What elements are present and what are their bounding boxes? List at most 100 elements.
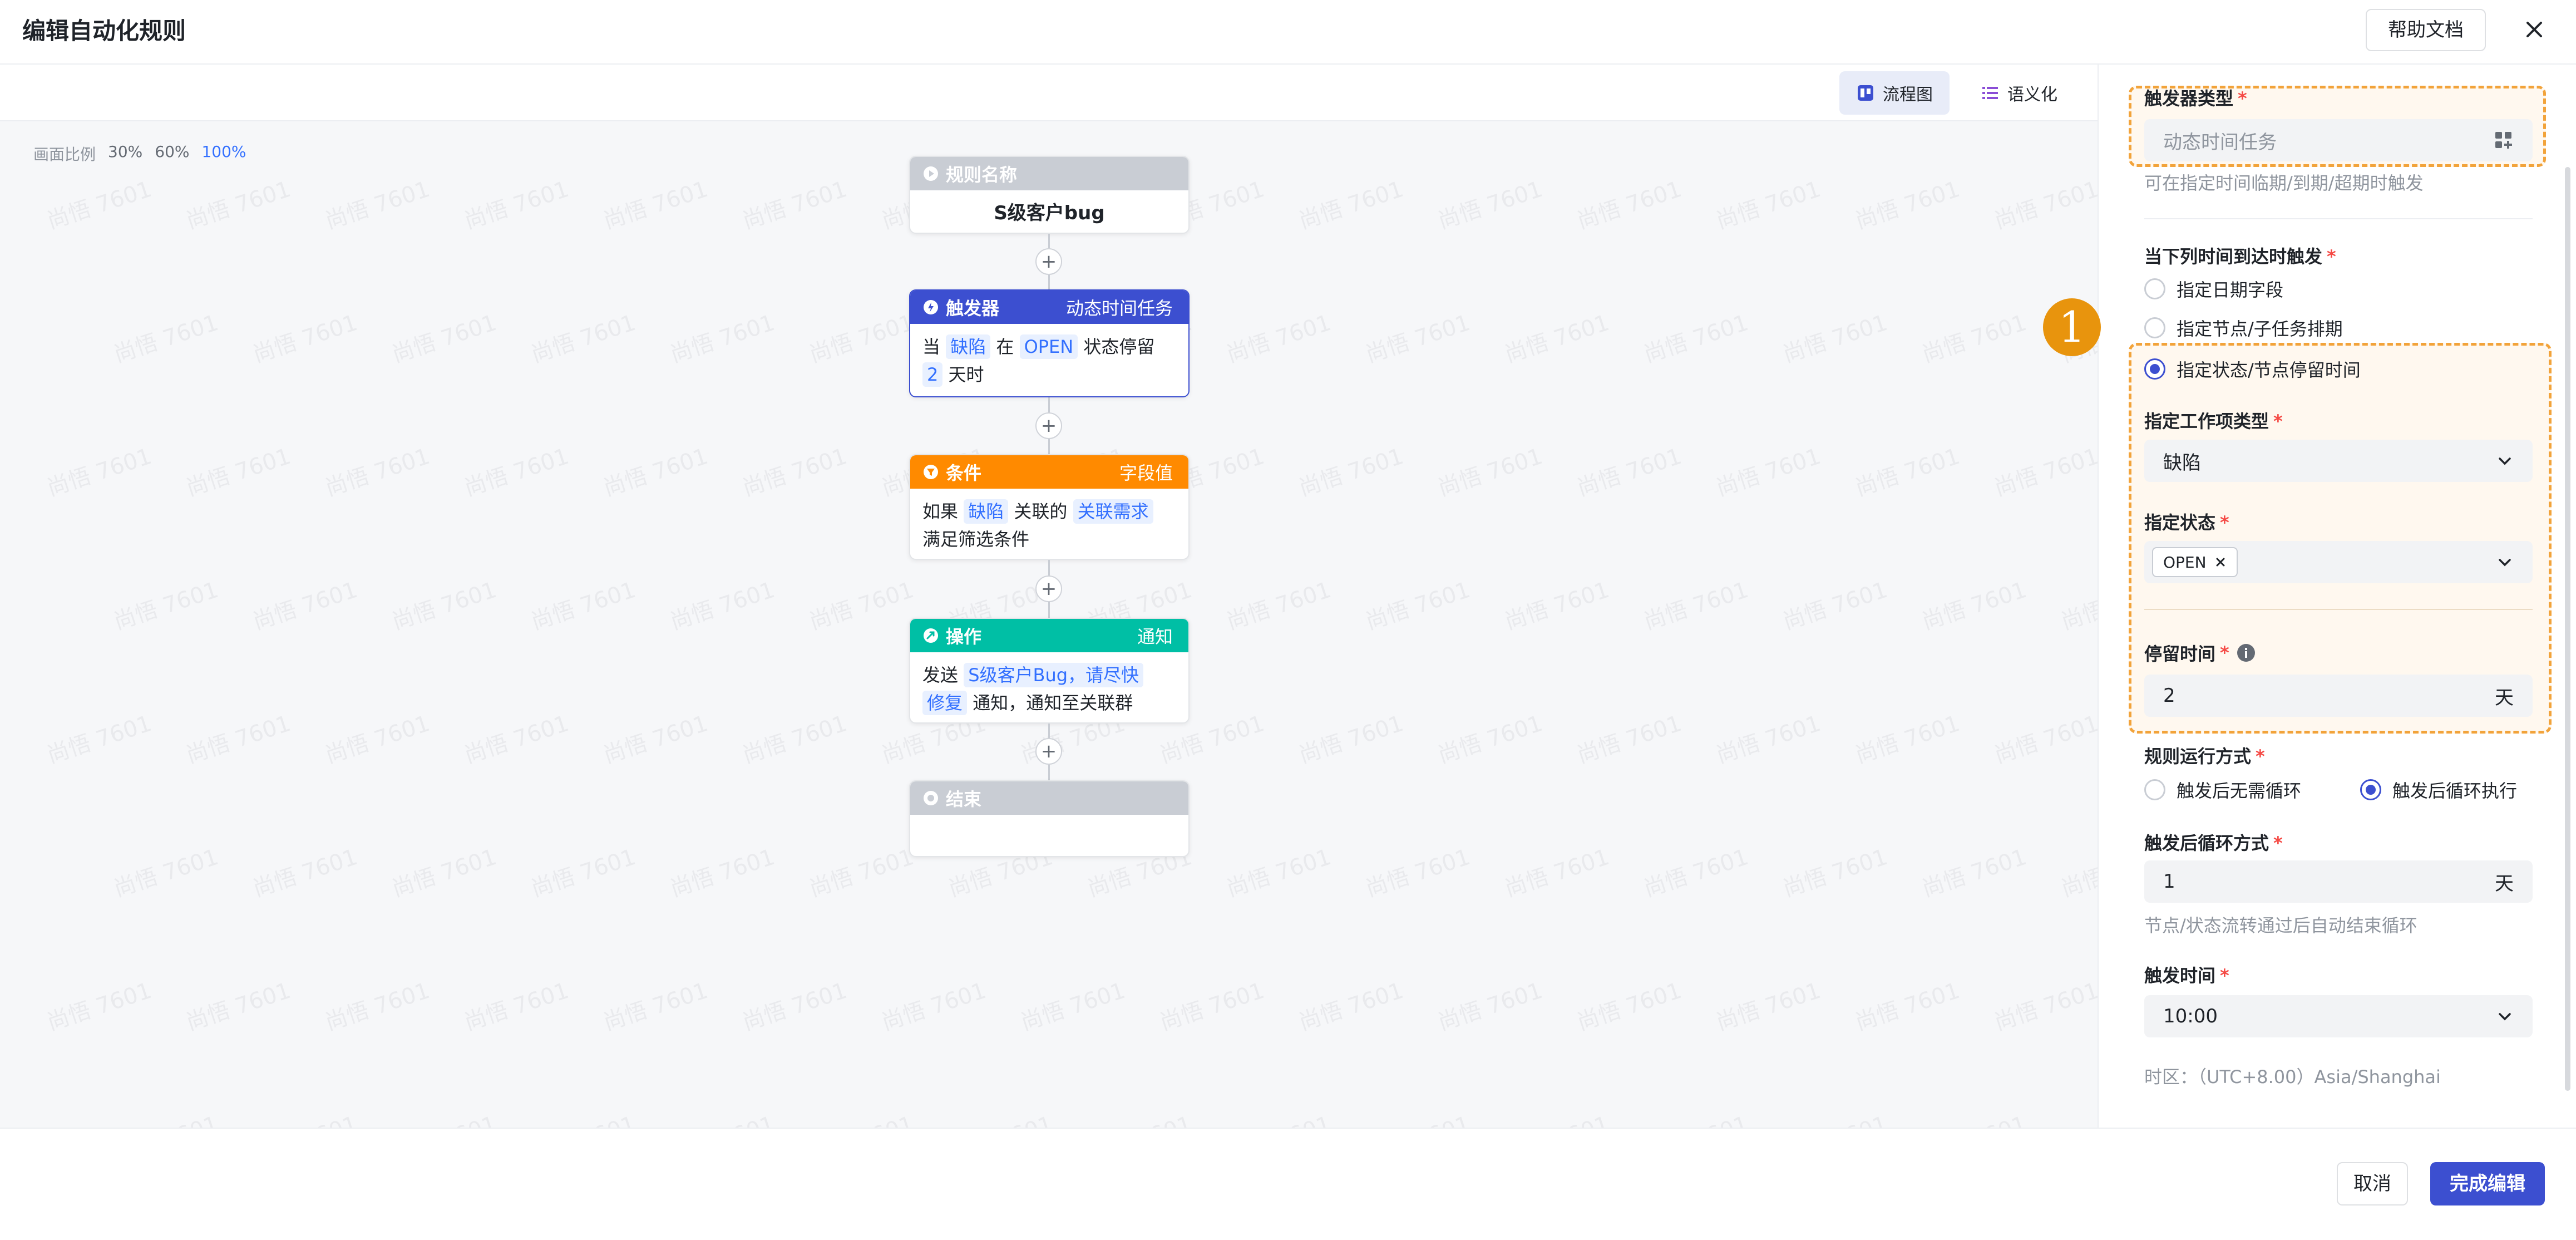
radio-stay-time[interactable]: 指定状态/节点停留时间 <box>2144 356 2361 382</box>
watermark-text: 尚悟 7601 <box>878 977 990 1036</box>
radio-button-checked[interactable] <box>2360 779 2381 800</box>
watermark-text: 尚悟 7601 <box>1223 577 1335 635</box>
node-trigger[interactable]: 触发器 动态时间任务 当 缺陷 在 OPEN 状态停留 2 天时 <box>909 289 1190 397</box>
remove-chip-icon[interactable] <box>2214 556 2227 568</box>
watermark-text: 尚悟 7601 <box>1156 977 1268 1036</box>
trigger-type-value: 动态时间任务 <box>2163 131 2277 154</box>
watermark-text: 尚悟 7601 <box>322 443 433 501</box>
radio-button[interactable] <box>2144 278 2165 299</box>
watermark-text: 尚悟 7601 <box>388 577 500 635</box>
add-step-button[interactable]: + <box>1035 412 1062 439</box>
watermark-text: 尚悟 7601 <box>43 710 155 769</box>
stay-time-label: 停留时间 * <box>2144 640 2256 666</box>
watermark-text: 尚悟 7601 <box>461 977 573 1036</box>
watermark-text: 尚悟 7601 <box>1713 710 1824 769</box>
state-select[interactable]: OPEN <box>2144 541 2533 583</box>
text: 在 <box>996 336 1014 357</box>
finish-edit-button[interactable]: 完成编辑 <box>2430 1162 2545 1205</box>
close-icon <box>2526 22 2542 37</box>
watermark-text: 尚悟 7601 <box>1918 309 2030 368</box>
add-step-button[interactable]: + <box>1035 738 1062 765</box>
tag-work-item: 缺陷 <box>946 334 991 359</box>
watermark-text: 尚悟 7601 <box>1640 309 1752 368</box>
annotation-badge: 1 <box>2043 298 2101 356</box>
node-trigger-type: 动态时间任务 <box>1065 298 1173 319</box>
radio-button[interactable] <box>2144 779 2165 800</box>
trigger-type-field[interactable]: 动态时间任务 <box>2144 119 2533 161</box>
node-end[interactable]: 结束 <box>909 780 1190 857</box>
time-reach-label: 当下列时间到达时触发 * <box>2144 246 2336 267</box>
chevron-down-icon <box>2499 1013 2511 1021</box>
watermark-text: 尚悟 7601 <box>667 309 778 368</box>
action-icon <box>924 628 938 643</box>
radio-button[interactable] <box>2144 317 2165 338</box>
timezone-text: 时区：（UTC+8.00）Asia/Shanghai <box>2144 1066 2441 1088</box>
watermark-text: 尚悟 7601 <box>944 1106 1057 1128</box>
radio-loop[interactable]: 触发后循环执行 <box>2360 777 2517 803</box>
radio-no-loop[interactable]: 触发后无需循环 <box>2144 777 2301 803</box>
watermark-text: 尚悟 7601 <box>527 844 639 902</box>
text: 满足筛选条件 <box>922 529 1030 550</box>
footer-bar <box>0 1128 2576 1240</box>
unit-label: 天 <box>2495 872 2514 895</box>
node-condition[interactable]: 条件 字段值 如果 缺陷 关联的 关联需求 满足筛选条件 <box>909 454 1190 560</box>
loop-mode-input[interactable]: 1 天 <box>2144 860 2533 903</box>
watermark-text: 尚悟 7601 <box>110 844 222 902</box>
watermark-text: 尚悟 7601 <box>1434 443 1546 501</box>
work-item-type-select[interactable]: 缺陷 <box>2144 440 2533 482</box>
radio-button-checked[interactable] <box>2144 358 2165 380</box>
flowchart-icon <box>1856 83 1875 102</box>
text: 关联的 <box>1014 501 1068 522</box>
watermark-text: 尚悟 7601 <box>665 1106 778 1128</box>
panel-scrollbar[interactable] <box>2565 167 2570 1091</box>
watermark-text: 尚悟 7601 <box>600 977 712 1036</box>
loop-mode-label: 触发后循环方式 * <box>2144 833 2283 854</box>
zoom-60[interactable]: 60% <box>155 142 189 165</box>
radio-node-schedule[interactable]: 指定节点/子任务排期 <box>2144 315 2343 341</box>
watermark-text: 尚悟 7601 <box>1083 1106 1196 1128</box>
node-action-type: 通知 <box>1137 626 1173 647</box>
watermark-text: 尚悟 7601 <box>1779 844 1891 902</box>
node-rule-name-title: 规则名称 <box>946 164 1018 185</box>
watermark-text: 尚悟 7601 <box>1434 977 1546 1036</box>
node-action[interactable]: 操作 通知 发送 S级客户Bug，请尽快 修复 通知，通知至关联群 <box>909 618 1190 724</box>
chevron-down-icon <box>2499 559 2511 567</box>
canvas-toolbar: 流程图 语义化 <box>0 65 2098 121</box>
tag-field: 关联需求 <box>1073 499 1153 524</box>
node-trigger-header: 触发器 动态时间任务 <box>910 291 1188 324</box>
info-icon[interactable] <box>2236 643 2256 663</box>
work-item-type-label: 指定工作项类型 * <box>2144 411 2283 432</box>
watermark-text: 尚悟 7601 <box>1852 977 1963 1036</box>
tab-flowchart-label: 流程图 <box>1883 85 1933 105</box>
close-button[interactable] <box>2516 11 2553 48</box>
watermark-text: 尚悟 7601 <box>739 977 851 1036</box>
add-step-button[interactable]: + <box>1035 248 1062 275</box>
watermark-text: 尚悟 7601 <box>527 577 639 635</box>
tag-message: S级客户Bug，请尽快 <box>964 663 1144 687</box>
watermark-text: 尚悟 7601 <box>1852 443 1963 501</box>
trigger-type-label: 触发器类型 * <box>2144 88 2247 109</box>
zoom-30[interactable]: 30% <box>108 142 142 165</box>
watermark-text: 尚悟 7601 <box>248 1106 361 1128</box>
stop-icon <box>924 791 938 805</box>
radio-date-field[interactable]: 指定日期字段 <box>2144 276 2283 302</box>
stay-time-input[interactable]: 2 天 <box>2144 675 2533 717</box>
trigger-time-select[interactable]: 10:00 <box>2144 995 2533 1037</box>
text: 状态停留 <box>1083 336 1155 357</box>
add-step-button[interactable]: + <box>1035 575 1062 602</box>
radio-label: 指定日期字段 <box>2177 279 2284 301</box>
watermark-text: 尚悟 7601 <box>2056 1106 2098 1128</box>
watermark-text: 尚悟 7601 <box>1501 577 1613 635</box>
watermark-text: 尚悟 7601 <box>110 309 222 368</box>
help-docs-button[interactable]: 帮助文档 <box>2366 9 2486 51</box>
state-chip[interactable]: OPEN <box>2152 547 2238 577</box>
watermark-text: 尚悟 7601 <box>388 309 500 368</box>
watermark-text: 尚悟 7601 <box>109 1106 222 1128</box>
radio-label: 指定节点/子任务排期 <box>2177 318 2343 339</box>
node-rule-name[interactable]: 规则名称 S级客户bug <box>909 156 1190 234</box>
tab-semantic[interactable]: 语义化 <box>1964 71 2074 115</box>
tab-flowchart[interactable]: 流程图 <box>1839 71 1950 115</box>
zoom-100[interactable]: 100% <box>201 142 246 165</box>
cancel-button[interactable]: 取消 <box>2337 1162 2408 1205</box>
trigger-time-label: 触发时间 * <box>2144 965 2229 986</box>
